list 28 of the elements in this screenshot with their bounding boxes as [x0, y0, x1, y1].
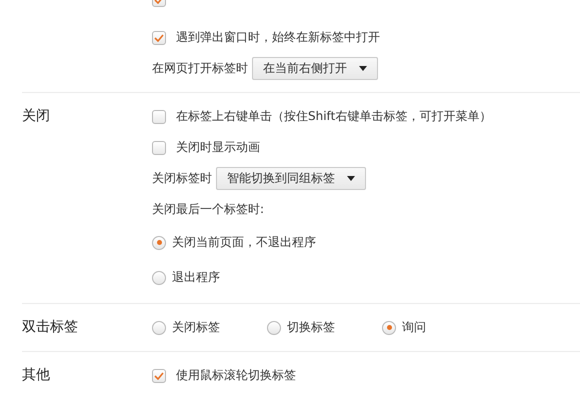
radio-label: 询问	[402, 319, 426, 336]
section-title: 关闭	[22, 107, 50, 125]
checkbox-label: 在标签上右键单击（按住Shift右键单击标签，可打开菜单）	[176, 108, 492, 125]
caret-icon	[347, 176, 355, 181]
radio-button[interactable]	[152, 270, 166, 284]
checkbox[interactable]	[152, 110, 166, 124]
radio-button[interactable]	[152, 236, 166, 250]
checkbox[interactable]	[152, 140, 166, 154]
dropdown[interactable]: 在当前右侧打开	[252, 57, 378, 80]
radio-button[interactable]	[267, 320, 281, 334]
section-title: 双击标签	[22, 318, 78, 336]
checkbox-label: 遇到弹出窗口时，始终在新标签中打开	[176, 29, 380, 46]
select-label: 在网页打开标签时	[152, 60, 248, 77]
checkbox[interactable]	[152, 30, 166, 44]
option-label: 关闭最后一个标签时:	[152, 201, 264, 218]
radio-label: 关闭当前页面，不退出程序	[172, 234, 316, 251]
caret-icon	[359, 66, 367, 71]
radio-label: 切换标签	[287, 319, 335, 336]
checkbox-label: 使用鼠标滚轮切换标签	[176, 367, 296, 384]
section-title: 其他	[22, 366, 50, 384]
radio-label: 退出程序	[172, 269, 220, 286]
checkbox[interactable]	[152, 368, 166, 382]
radio-button[interactable]	[382, 320, 396, 334]
radio-button[interactable]	[152, 320, 166, 334]
select-label: 关闭标签时	[152, 170, 212, 187]
radio-label: 关闭标签	[172, 319, 220, 336]
dropdown[interactable]: 智能切换到同组标签	[216, 167, 366, 190]
checkbox-label: 关闭时显示动画	[176, 139, 260, 156]
